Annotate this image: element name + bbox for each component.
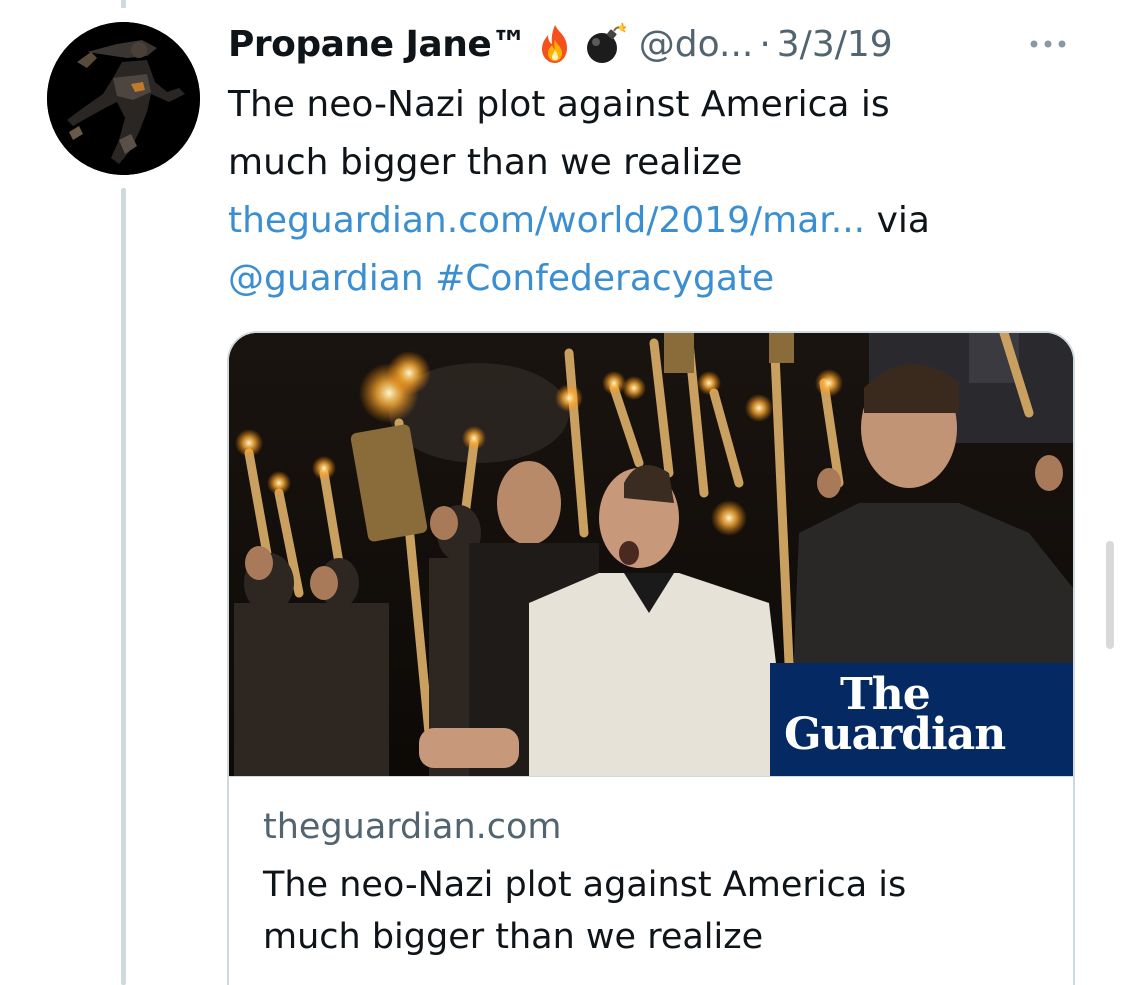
card-domain: theguardian.com [263, 807, 562, 847]
thread-line-top [121, 0, 126, 8]
display-name[interactable]: Propane Jane™ [228, 24, 527, 65]
via-text: via [876, 200, 930, 241]
card-image: The Guardian [229, 333, 1073, 776]
tweet-header: Propane Jane™ @do... · 3/3/19 [228, 18, 893, 70]
card-title-line: The neo-Nazi plot against America is [263, 865, 907, 905]
guardian-logo: The Guardian [770, 663, 1073, 776]
tweet-text-line: @guardian #Confederacygate [228, 250, 1048, 308]
bomb-icon [583, 22, 627, 66]
tweet-text-line: The neo-Nazi plot against America is [228, 84, 890, 125]
tweet-text-line: theguardian.com/world/2019/mar... via [228, 192, 1048, 250]
tweet-text: The neo-Nazi plot against America is muc… [228, 76, 1048, 308]
card-title: The neo-Nazi plot against America is muc… [263, 859, 1043, 963]
card-title-line: much bigger than we realize [263, 917, 764, 957]
user-handle[interactable]: @do... [639, 24, 754, 65]
link-preview-card[interactable]: The Guardian theguardian.com The neo-Naz… [227, 331, 1075, 985]
tweet-date[interactable]: 3/3/19 [777, 24, 893, 65]
header-separator: · [759, 23, 771, 65]
tweet-text-line: much bigger than we realize [228, 142, 743, 183]
fire-icon [533, 22, 577, 66]
mention-link[interactable]: @guardian [228, 258, 424, 299]
article-link[interactable]: theguardian.com/world/2019/mar... [228, 200, 865, 241]
card-body[interactable]: theguardian.com The neo-Nazi plot agains… [229, 776, 1073, 985]
hashtag-link[interactable]: #Confederacygate [435, 258, 774, 299]
thread-line [121, 188, 126, 985]
avatar[interactable] [47, 22, 200, 175]
scrollbar-thumb[interactable] [1106, 541, 1114, 649]
guardian-logo-line2: Guardian [784, 709, 1006, 760]
more-horizontal-icon[interactable] [1028, 34, 1072, 54]
